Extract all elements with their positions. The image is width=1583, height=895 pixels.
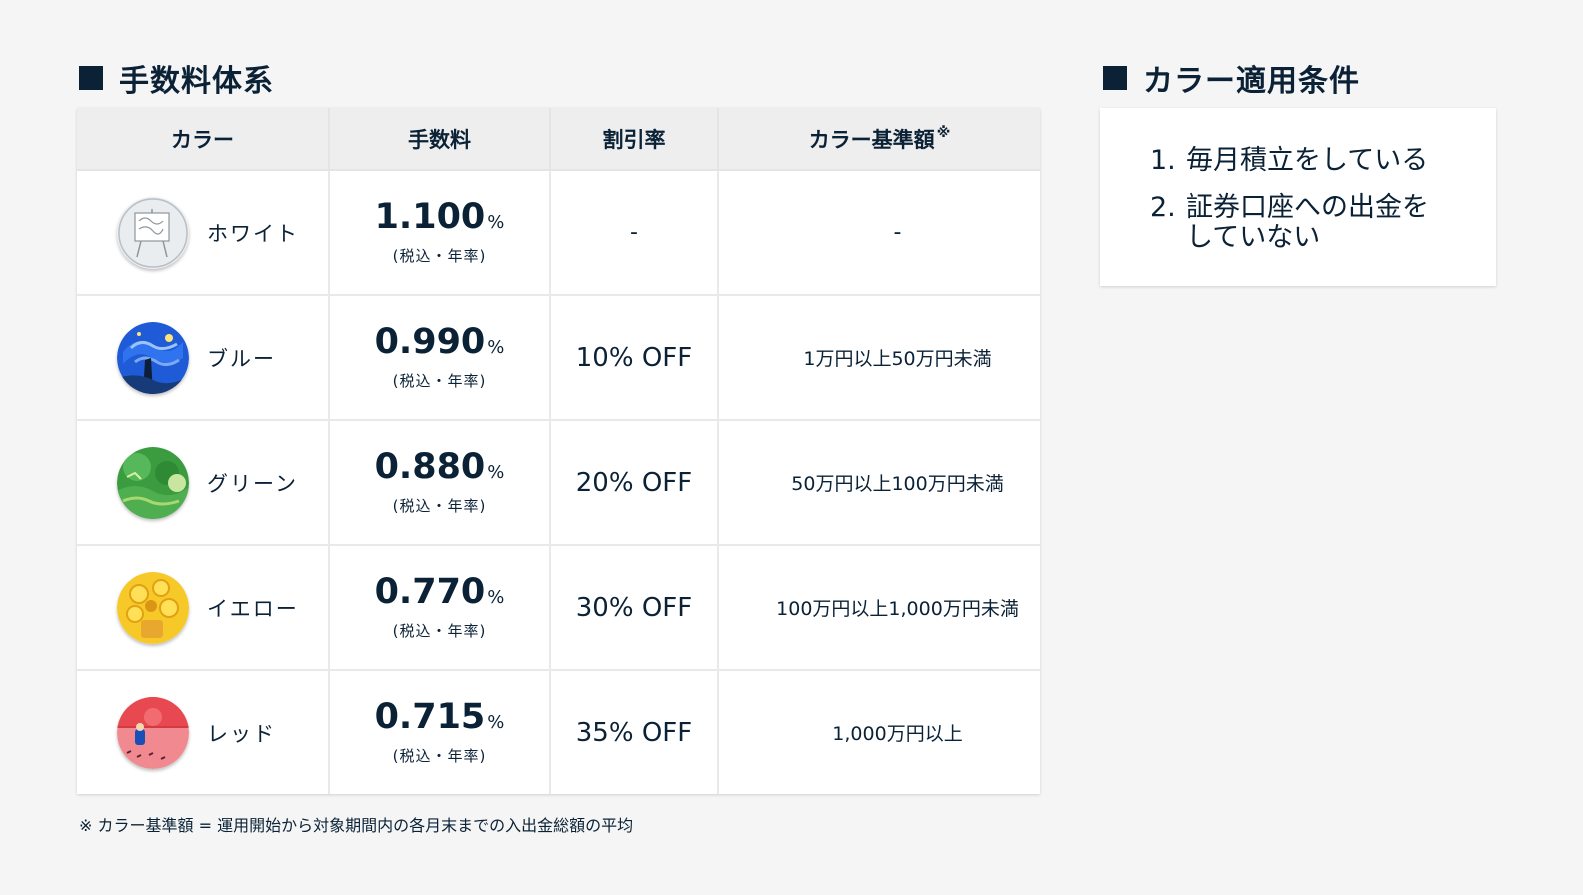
color-cell: イエロー xyxy=(77,544,330,671)
discount-value: 10 xyxy=(575,342,609,373)
discount-cell: 35% OFF xyxy=(549,669,719,794)
color-cell: ホワイト xyxy=(77,169,330,296)
fee-value: 0.990 xyxy=(374,322,486,362)
fee-note: (税込・年率) xyxy=(392,747,487,765)
base-value: 50万円以上100万円未満 xyxy=(791,473,1004,495)
table-header-row: カラー 手数料 割引率 カラー基準額 ※ xyxy=(77,108,1040,171)
footnote: ※ カラー基準額 = 運用開始から対象期間内の各月末までの入出金総額の平均 xyxy=(79,816,634,835)
fee-value: 0.770 xyxy=(374,572,486,612)
fee-percent: % xyxy=(487,712,505,733)
base-cell: - xyxy=(717,169,1040,296)
color-name: ホワイト xyxy=(207,221,299,246)
list-item-number: 2. xyxy=(1150,192,1176,223)
green-painting-icon xyxy=(117,446,189,519)
color-name: ブルー xyxy=(207,346,276,371)
discount-cell: 20% OFF xyxy=(549,419,719,546)
discount-value: - xyxy=(630,220,638,245)
fee-value: 0.880 xyxy=(374,447,486,487)
condition-section-title-text: カラー適用条件 xyxy=(1143,64,1360,99)
yellow-painting-icon xyxy=(117,571,189,644)
header-base: カラー基準額 ※ xyxy=(717,108,1040,171)
header-base-label: カラー基準額 xyxy=(808,127,935,152)
discount-off-label: % OFF xyxy=(608,717,693,748)
discount-value: 20 xyxy=(575,467,609,498)
list-item-text: 証券口座への出金をしていない xyxy=(1186,192,1429,253)
white-painting-icon xyxy=(117,196,189,269)
base-value: - xyxy=(893,220,902,245)
base-value: 100万円以上1,000万円未満 xyxy=(776,598,1019,620)
fee-cell: 0.880% (税込・年率) xyxy=(328,419,551,546)
color-name: グリーン xyxy=(207,471,298,496)
discount-value: 30 xyxy=(575,592,609,623)
fee-table: カラー 手数料 割引率 カラー基準額 ※ ホワイト 1.100 % (税込・年率… xyxy=(77,108,1040,794)
condition-box: 1. 毎月積立をしている 2. 証券口座への出金をしていない xyxy=(1100,108,1496,286)
condition-section-title: カラー適用条件 xyxy=(1103,56,1360,100)
base-cell: 1万円以上50万円未満 xyxy=(717,294,1040,421)
fee-cell: 1.100% (税込・年率) xyxy=(328,169,551,296)
table-row: レッド 0.715% (税込・年率) 35% OFF 1,000万円以上 xyxy=(77,669,1040,794)
fee-note: (税込・年率) xyxy=(392,372,487,390)
base-cell: 100万円以上1,000万円未満 xyxy=(717,544,1040,671)
blue-painting-icon xyxy=(117,321,189,394)
title-square-icon xyxy=(79,66,103,90)
fee-percent: % xyxy=(487,462,505,483)
base-value: 1万円以上50万円未満 xyxy=(803,348,992,370)
base-cell: 50万円以上100万円未満 xyxy=(717,419,1040,546)
base-value: 1,000万円以上 xyxy=(832,723,963,745)
title-square-icon xyxy=(1103,66,1127,90)
discount-off-label: % OFF xyxy=(608,467,693,498)
fee-percent: % xyxy=(487,212,505,233)
table-row: ブルー 0.990% (税込・年率) 10% OFF 1万円以上50万円未満 xyxy=(77,294,1040,421)
color-name: レッド xyxy=(207,721,276,746)
discount-cell: 10% OFF xyxy=(549,294,719,421)
fee-note: (税込・年率) xyxy=(392,622,487,640)
condition-list: 1. 毎月積立をしている 2. 証券口座への出金をしていない xyxy=(1150,146,1436,270)
fee-section-title: 手数料体系 xyxy=(79,56,274,100)
base-cell: 1,000万円以上 xyxy=(717,669,1040,794)
header-fee: 手数料 xyxy=(328,108,551,171)
discount-off-label: % OFF xyxy=(608,592,693,623)
table-row: ホワイト 1.100% (税込・年率) - - xyxy=(77,169,1040,296)
list-item: 1. 毎月積立をしている xyxy=(1150,146,1436,176)
list-item-number: 1. xyxy=(1150,145,1176,176)
fee-note: (税込・年率) xyxy=(392,247,487,265)
header-discount: 割引率 xyxy=(549,108,719,171)
color-cell: レッド xyxy=(77,669,330,794)
header-color: カラー xyxy=(77,108,330,171)
color-cell: ブルー xyxy=(77,294,330,421)
fee-cell: 0.990% (税込・年率) xyxy=(328,294,551,421)
color-cell: グリーン xyxy=(77,419,330,546)
fee-cell: 0.770% (税込・年率) xyxy=(328,544,551,671)
discount-value: 35 xyxy=(575,717,609,748)
color-name: イエロー xyxy=(207,596,299,621)
fee-value: 1.100 xyxy=(374,197,486,237)
discount-off-label: % OFF xyxy=(608,342,693,373)
fee-cell: 0.715% (税込・年率) xyxy=(328,669,551,794)
fee-value: 0.715 xyxy=(374,697,486,737)
discount-cell: 30% OFF xyxy=(549,544,719,671)
table-row: グリーン 0.880% (税込・年率) 20% OFF 50万円以上100万円未… xyxy=(77,419,1040,546)
fee-section-title-text: 手数料体系 xyxy=(119,64,274,99)
list-item-text: 毎月積立をしている xyxy=(1186,145,1429,176)
list-item: 2. 証券口座への出金をしていない xyxy=(1150,193,1436,253)
table-row: イエロー 0.770% (税込・年率) 30% OFF 100万円以上1,000… xyxy=(77,544,1040,671)
fee-percent: % xyxy=(487,587,505,608)
header-base-mark: ※ xyxy=(936,124,951,141)
fee-note: (税込・年率) xyxy=(392,497,487,515)
discount-cell: - xyxy=(549,169,719,296)
fee-percent: % xyxy=(487,337,505,358)
red-painting-icon xyxy=(117,696,189,769)
